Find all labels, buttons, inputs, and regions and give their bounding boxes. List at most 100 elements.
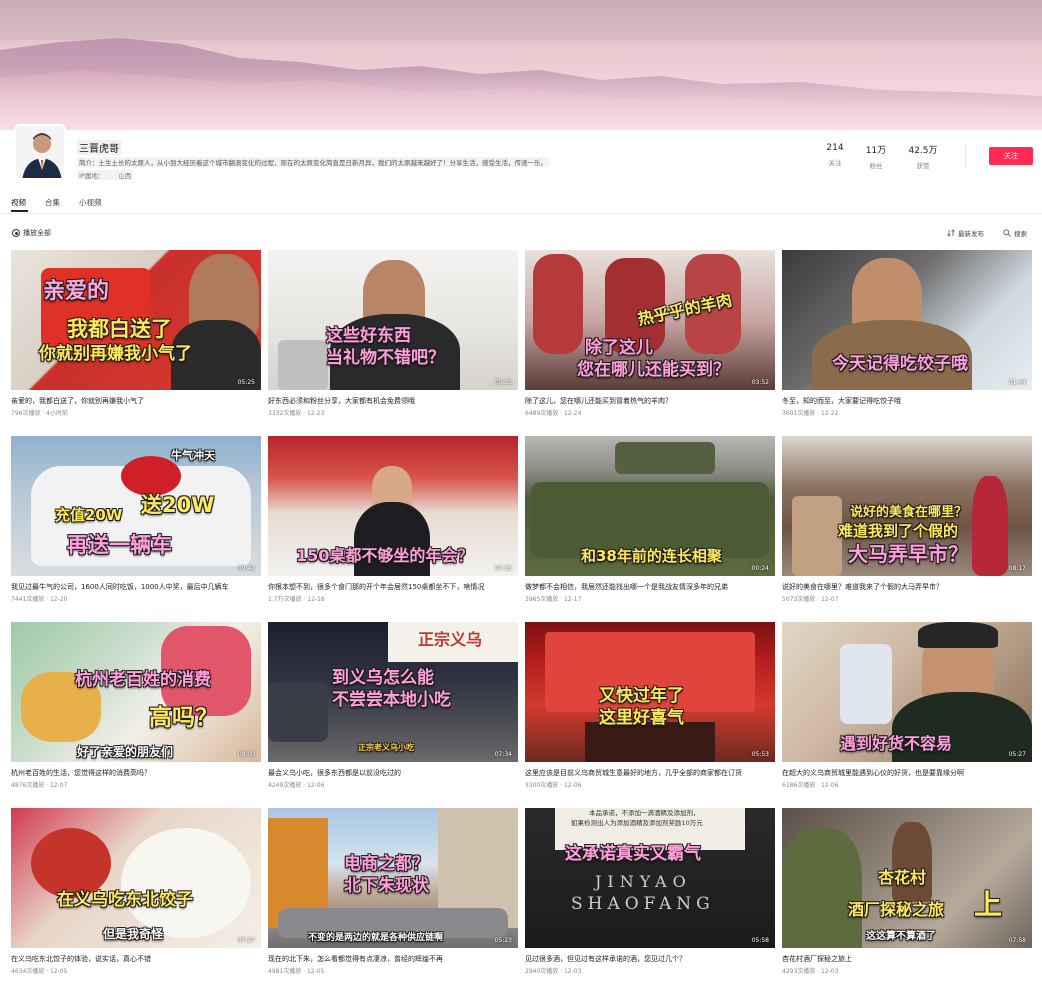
video-thumbnail[interactable]: 电商之都？ 北下朱现状 不变的是两边的就是各种供应链啊 05:23 <box>268 808 518 948</box>
ip-label: IP属地： <box>79 172 105 180</box>
video-card[interactable]: 这些好东西 当礼物不错吧？ 05:33 好东西必须和粉丝分享，大家都有机会免费领… <box>268 250 518 417</box>
video-card[interactable]: 牛气冲天 送20W 充值20W 再送一辆车 09:42 我见过最牛气的公司，16… <box>11 436 261 603</box>
thumbnail-caption: 好了亲爱的朋友们 <box>77 745 174 759</box>
stat-following[interactable]: 214 关注 <box>815 143 855 167</box>
video-thumbnail[interactable]: 杭州老百姓的消费 高吗？ 好了亲爱的朋友们 08:00 <box>11 622 261 762</box>
thumbnail-caption: 除了这儿 <box>585 338 653 358</box>
video-card[interactable]: 亲爱的 我都白送了 你就别再嫌我小气了 05:25 亲爱的，我都白送了，你就别再… <box>11 250 261 417</box>
tab-collections[interactable]: 合集 <box>45 197 60 208</box>
thumbnail-caption: 您在哪儿还能买到？ <box>577 360 730 380</box>
thumbnail-caption: 这里好喜气 <box>599 708 684 728</box>
thumbnail-caption: 送20W <box>141 493 215 517</box>
video-thumbnail[interactable]: 正宗义乌 到义乌怎么能 不尝尝本地小吃 正宗老义乌小吃 07:34 <box>268 622 518 762</box>
video-card[interactable]: 又快过年了 这里好喜气 05:53 这里应该是目前义乌商贸城生意最好的地方，几乎… <box>525 622 775 789</box>
video-card[interactable]: 说好的美食在哪里？ 难道我到了个假的 大马弄早市？ 08:17 说好的美食在哪里… <box>782 436 1032 603</box>
thumbnail-caption: 这承诺真实又霸气 <box>565 844 701 864</box>
thumbnail-caption: 杏花村 <box>878 868 927 887</box>
search-label: 搜索 <box>1014 230 1027 238</box>
stat-label: 关注 <box>828 159 842 167</box>
video-title[interactable]: 除了这儿，您在哪儿还能买到冒着热气的羊肉？ <box>525 396 775 406</box>
search-button[interactable]: 搜索 <box>1003 228 1027 238</box>
video-card[interactable]: 和38年前的连长相聚 00:24 做梦都不会相信，我居然还能找出哪一个是我战友情… <box>525 436 775 603</box>
video-title[interactable]: 在超大的义乌商贸城里能遇到心仪的好货，也是要靠缘分啊 <box>782 768 1032 778</box>
stat-label: 获赞 <box>916 162 930 170</box>
video-thumbnail[interactable]: 本品承诺，不添加一滴酒精及添加剂， 如果检测出人为添加酒精及添加剂奖励10万元 … <box>525 808 775 948</box>
thumbnail-caption: 又快过年了 <box>599 686 684 706</box>
video-card[interactable]: 杭州老百姓的消费 高吗？ 好了亲爱的朋友们 08:00 杭州老百姓的生活，您觉得… <box>11 622 261 789</box>
video-thumbnail[interactable]: 牛气冲天 送20W 充值20W 再送一辆车 09:42 <box>11 436 261 576</box>
thumbnail-caption: 和38年前的连长相聚 <box>581 547 722 565</box>
video-thumbnail[interactable]: 150桌都不够坐的年会？ 07:15 <box>268 436 518 576</box>
video-meta: 3300次播放 · 12-06 <box>525 782 582 789</box>
tab-videos[interactable]: 视频 <box>11 197 26 208</box>
tab-short-videos[interactable]: 小视频 <box>79 197 102 208</box>
video-duration: 09:42 <box>237 565 255 572</box>
play-all-button[interactable]: 播放全部 <box>12 228 51 238</box>
header-divider <box>965 145 966 167</box>
video-card[interactable]: 150桌都不够坐的年会？ 07:15 你根本想不到，很多个食门那的开个年会居然1… <box>268 436 518 603</box>
video-duration: 05:25 <box>237 379 255 386</box>
video-thumbnail[interactable]: 遇到好货不容易 05:27 <box>782 622 1032 762</box>
video-thumbnail[interactable]: 在义乌吃东北饺子 但是我奇怪 07:27 <box>11 808 261 948</box>
avatar-person-icon <box>16 126 64 178</box>
video-duration: 00:24 <box>751 565 769 572</box>
video-card[interactable]: 正宗义乌 到义乌怎么能 不尝尝本地小吃 正宗老义乌小吃 07:34 最会义乌小吃… <box>268 622 518 789</box>
video-duration: 07:34 <box>494 751 512 758</box>
stat-followers[interactable]: 11万 粉丝 <box>856 143 896 170</box>
video-title[interactable]: 亲爱的，我都白送了，你就别再嫌我小气了 <box>11 396 261 406</box>
thumbnail-caption: 这些好东西 <box>326 326 411 346</box>
video-thumbnail[interactable]: 又快过年了 这里好喜气 05:53 <box>525 622 775 762</box>
thumbnail-caption: 这这算不算酒了 <box>866 931 936 942</box>
video-title[interactable]: 你根本想不到，很多个食门那的开个年会居然150桌都坐不下，啥情况 <box>268 582 518 592</box>
video-meta: 4249次播放 · 12-06 <box>268 782 325 789</box>
video-thumbnail[interactable]: 这些好东西 当礼物不错吧？ 05:33 <box>268 250 518 390</box>
video-title[interactable]: 现在的北下朱，怎么看都觉得有点凄凉，曾经的辉煌不再 <box>268 954 518 964</box>
video-title[interactable]: 说好的美食在哪里？难道我来了个假的大马弄早市？ <box>782 582 1032 592</box>
stat-value: 214 <box>826 143 844 153</box>
follow-button[interactable]: 关注 <box>989 147 1033 165</box>
thumbnail-caption: 但是我奇怪 <box>103 927 164 941</box>
video-thumbnail[interactable]: 和38年前的连长相聚 00:24 <box>525 436 775 576</box>
video-title[interactable]: 这里应该是目前义乌商贸城生意最好的地方，几乎全部的商家都在订货 <box>525 768 775 778</box>
thumbnail-caption: 杭州老百姓的消费 <box>75 670 211 690</box>
video-title[interactable]: 在义乌吃东北饺子的体验，说实话，真心不错 <box>11 954 261 964</box>
video-title[interactable]: 杏花村酒厂探秘之旅上 <box>782 954 1032 964</box>
video-title[interactable]: 最会义乌小吃，很多东西都是以前没吃过的 <box>268 768 518 778</box>
video-duration: 07:27 <box>237 937 255 944</box>
video-card[interactable]: 今天记得吃饺子哦 01:44 冬至，知的而至，大家要记得吃饺子哦 3601次播放… <box>782 250 1032 417</box>
video-thumbnail[interactable]: 今天记得吃饺子哦 01:44 <box>782 250 1032 390</box>
video-meta: 6186次播放 · 12-06 <box>782 782 839 789</box>
video-thumbnail[interactable]: 亲爱的 我都白送了 你就别再嫌我小气了 05:25 <box>11 250 261 390</box>
video-card[interactable]: 热乎乎的羊肉 除了这儿 您在哪儿还能买到？ 03:52 除了这儿，您在哪儿还能买… <box>525 250 775 417</box>
video-thumbnail[interactable]: 杏花村 酒厂探秘之旅 上 这这算不算酒了 07:58 <box>782 808 1032 948</box>
sort-label: 最新发布 <box>958 230 984 238</box>
video-title[interactable]: 见过很多酒，但见过有这样承诺的酒，您见过几个？ <box>525 954 775 964</box>
video-thumbnail[interactable]: 说好的美食在哪里？ 难道我到了个假的 大马弄早市？ 08:17 <box>782 436 1032 576</box>
video-meta: 3965次播放 · 12-17 <box>525 596 582 603</box>
video-meta: 3332次播放 · 12-23 <box>268 410 325 417</box>
video-title[interactable]: 冬至，知的而至，大家要记得吃饺子哦 <box>782 396 1032 406</box>
thumbnail-caption: 今天记得吃饺子哦 <box>832 354 968 374</box>
video-title[interactable]: 做梦都不会相信，我居然还能找出哪一个是我战友情深多年的兄弟 <box>525 582 775 592</box>
sort-button[interactable]: 最新发布 <box>947 228 984 238</box>
video-title[interactable]: 杭州老百姓的生活，您觉得这样的消费高吗？ <box>11 768 261 778</box>
video-card[interactable]: 杏花村 酒厂探秘之旅 上 这这算不算酒了 07:58 杏花村酒厂探秘之旅上 42… <box>782 808 1032 975</box>
video-card[interactable]: 在义乌吃东北饺子 但是我奇怪 07:27 在义乌吃东北饺子的体验，说实话，真心不… <box>11 808 261 975</box>
search-icon <box>1003 229 1011 237</box>
video-title[interactable]: 我见过最牛气的公司，1600人同时吃饭，1000人中奖，最后中几辆车 <box>11 582 261 592</box>
thumbnail-caption: 牛气冲天 <box>171 449 215 462</box>
thumbnail-caption: 你就别再嫌我小气了 <box>39 344 192 364</box>
video-card[interactable]: 电商之都？ 北下朱现状 不变的是两边的就是各种供应链啊 05:23 现在的北下朱… <box>268 808 518 975</box>
video-card[interactable]: 遇到好货不容易 05:27 在超大的义乌商贸城里能遇到心仪的好货，也是要靠缘分啊… <box>782 622 1032 789</box>
video-meta: 4634次播放 · 12-05 <box>11 968 68 975</box>
avatar[interactable] <box>14 124 66 180</box>
play-all-label: 播放全部 <box>23 229 51 237</box>
video-thumbnail[interactable]: 热乎乎的羊肉 除了这儿 您在哪儿还能买到？ 03:52 <box>525 250 775 390</box>
stat-label: 粉丝 <box>869 162 883 170</box>
thumbnail-caption: 我都白送了 <box>67 317 172 341</box>
video-card[interactable]: 本品承诺，不添加一滴酒精及添加剂， 如果检测出人为添加酒精及添加剂奖励10万元 … <box>525 808 775 975</box>
thumbnail-caption: 在义乌吃东北饺子 <box>57 890 193 910</box>
video-title[interactable]: 好东西必须和粉丝分享，大家都有机会免费领哦 <box>268 396 518 406</box>
video-meta: 6489次播放 · 12-24 <box>525 410 582 417</box>
tabs-divider <box>0 213 1042 214</box>
